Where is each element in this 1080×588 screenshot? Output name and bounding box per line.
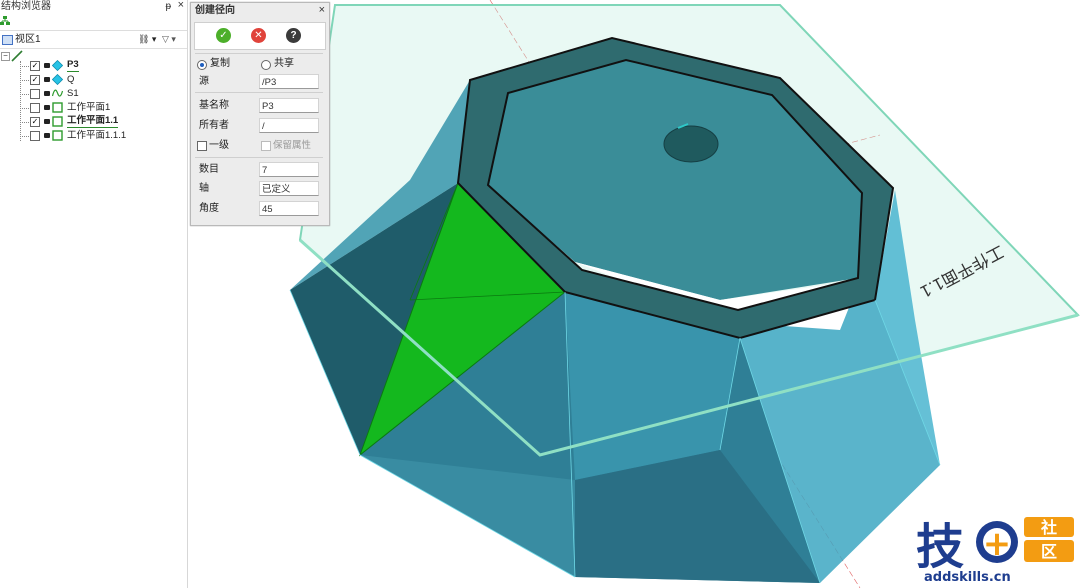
- addskills-logo: 技 + 社 区 addskills.cn: [916, 517, 1074, 585]
- radio-button[interactable]: [197, 60, 207, 70]
- logo-char: 技: [916, 519, 964, 575]
- tree-structure-icon[interactable]: [0, 16, 10, 26]
- logo-char-2: 社: [1040, 518, 1057, 537]
- lock-icon: [44, 105, 50, 110]
- diamond-icon: [52, 74, 63, 85]
- visibility-checkbox[interactable]: ✓: [30, 117, 40, 127]
- view-icon: [2, 35, 13, 45]
- view-selector[interactable]: 视区1 ⛓ ▾ ▽ ▾: [0, 31, 187, 49]
- tree-item-label: S1: [67, 88, 79, 99]
- axis-field[interactable]: 已定义: [259, 181, 319, 196]
- source-field[interactable]: /P3: [259, 74, 319, 89]
- basename-field[interactable]: P3: [259, 98, 319, 113]
- dialog-title-bar: 创建径向 ×: [191, 3, 329, 18]
- cancel-button[interactable]: ✕: [251, 28, 266, 43]
- filter-icon[interactable]: ▽ ▾: [162, 31, 176, 48]
- checkbox[interactable]: [261, 141, 271, 151]
- tree-item-label: 工作平面1: [67, 102, 111, 113]
- logo-plus: +: [983, 524, 1012, 564]
- view-label: 视区1: [15, 34, 41, 45]
- workplane-icon: [52, 130, 63, 141]
- help-button[interactable]: ?: [286, 28, 301, 43]
- sketch-icon: [52, 89, 63, 97]
- lock-icon: [44, 63, 50, 68]
- tree-item-q[interactable]: ✓ Q: [0, 73, 186, 87]
- mode-copy-radio[interactable]: 复制: [197, 56, 257, 71]
- find-icon[interactable]: ⛓ ▾: [138, 31, 156, 48]
- level-label: 一级: [209, 140, 229, 151]
- tree-item-label: P3: [67, 59, 79, 72]
- count-label: 数目: [199, 164, 219, 175]
- lock-icon: [44, 91, 50, 96]
- tree-item-label: 工作平面1.1: [67, 115, 119, 128]
- dialog-title: 创建径向: [195, 5, 235, 16]
- tree-item-workplane-1[interactable]: 工作平面1: [0, 101, 186, 115]
- keep-attributes-label: 保留属性: [273, 140, 312, 151]
- pin-icon[interactable]: ᵽ: [165, 0, 171, 13]
- close-icon[interactable]: ×: [319, 3, 325, 18]
- browser-title: 结构浏览器: [1, 1, 51, 12]
- diamond-icon: [52, 60, 63, 71]
- mode-copy-label: 复制: [210, 58, 230, 69]
- basename-label: 基名称: [199, 100, 229, 111]
- close-icon[interactable]: ×: [178, 0, 184, 12]
- structure-browser-panel: 结构浏览器 ᵽ × 视区1 ⛓ ▾ ▽ ▾ − ✓ P3 ✓ Q S1 工作平面…: [0, 0, 188, 588]
- angle-field[interactable]: 45: [259, 201, 319, 216]
- owner-label: 所有者: [199, 120, 229, 131]
- ok-button[interactable]: ✓: [216, 28, 231, 43]
- tree-item-label: Q: [67, 74, 75, 85]
- browser-title-bar: 结构浏览器 ᵽ ×: [0, 0, 187, 14]
- owner-field[interactable]: /: [259, 118, 319, 133]
- tree-item-workplane-1-1[interactable]: ✓ 工作平面1.1: [0, 115, 186, 129]
- axis-label: 轴: [199, 183, 209, 194]
- tree-item-label: 工作平面1.1.1: [67, 130, 127, 141]
- mode-share-label: 共享: [274, 58, 294, 69]
- lock-icon: [44, 119, 50, 124]
- lock-icon: [44, 133, 50, 138]
- radio-button[interactable]: [261, 60, 271, 70]
- hole: [663, 125, 719, 163]
- structure-tree: − ✓ P3 ✓ Q S1 工作平面1 ✓ 工作平面1.1 工作平面1.1.1: [0, 49, 187, 159]
- logo-url: addskills.cn: [924, 570, 1011, 585]
- visibility-checkbox[interactable]: ✓: [30, 75, 40, 85]
- visibility-checkbox[interactable]: [30, 131, 40, 141]
- mode-share-radio[interactable]: 共享: [261, 56, 321, 71]
- checkbox[interactable]: [197, 141, 207, 151]
- keep-attributes-checkbox[interactable]: 保留属性: [261, 138, 325, 153]
- dialog-action-bar: ✓ ✕ ?: [194, 22, 326, 50]
- tree-item-workplane-1-1-1[interactable]: 工作平面1.1.1: [0, 129, 186, 143]
- count-field[interactable]: 7: [259, 162, 319, 177]
- create-radial-dialog: 创建径向 × ✓ ✕ ? 复制 共享 源 /P3 基名称 P3 所有者 / 一级…: [190, 2, 330, 226]
- browser-toolbar: [0, 14, 187, 31]
- tree-item-p3[interactable]: ✓ P3: [0, 59, 186, 73]
- angle-label: 角度: [199, 203, 219, 214]
- visibility-checkbox[interactable]: ✓: [30, 61, 40, 71]
- visibility-checkbox[interactable]: [30, 89, 40, 99]
- level-checkbox[interactable]: 一级: [197, 138, 257, 153]
- visibility-checkbox[interactable]: [30, 103, 40, 113]
- workplane-icon: [52, 116, 63, 127]
- lock-icon: [44, 77, 50, 82]
- tree-item-s1[interactable]: S1: [0, 87, 186, 101]
- logo-char-3: 区: [1041, 542, 1057, 561]
- source-label: 源: [199, 76, 209, 87]
- workplane-icon: [52, 102, 63, 113]
